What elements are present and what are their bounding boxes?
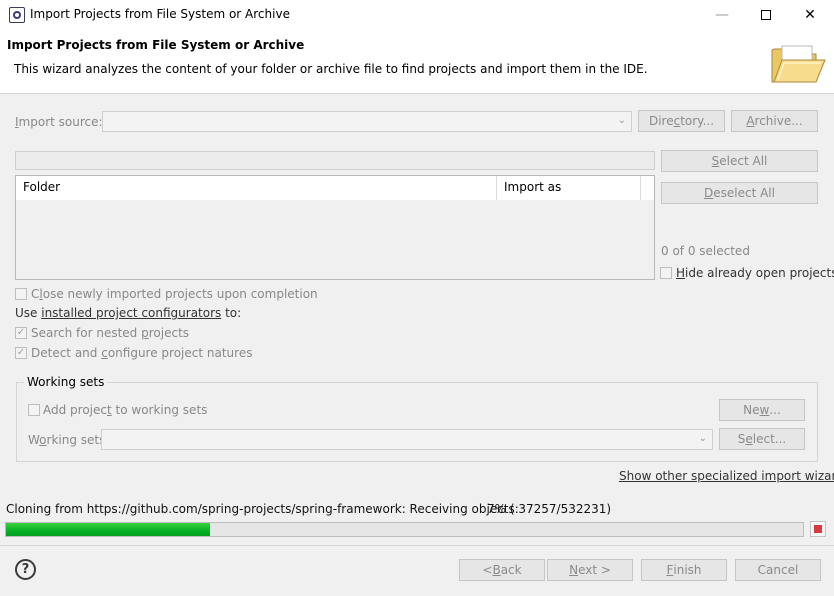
add-to-working-sets-checkbox[interactable] — [28, 404, 40, 416]
search-nested-checkbox[interactable]: ✓ — [15, 327, 27, 339]
column-header-folder[interactable]: Folder — [16, 176, 497, 200]
search-nested-label: Search for nested projects — [31, 326, 190, 340]
title-bar: Import Projects from File System or Arch… — [0, 0, 834, 30]
working-sets-combo[interactable]: ⌄ — [101, 429, 713, 450]
chevron-down-icon: ⌄ — [617, 115, 626, 126]
import-source-label: Import source: — [15, 115, 103, 129]
maximize-button[interactable] — [744, 0, 788, 30]
cancel-button[interactable]: Cancel — [735, 559, 821, 581]
selection-count: 0 of 0 selected — [661, 244, 750, 258]
open-folder-icon — [771, 45, 826, 83]
progress-bar-fill — [6, 523, 210, 536]
progress-status-text: Cloning from https://github.com/spring-p… — [6, 502, 519, 516]
wizard-description: This wizard analyzes the content of your… — [14, 62, 648, 76]
close-imported-checkbox[interactable] — [15, 288, 27, 300]
detect-natures-checkbox[interactable]: ✓ — [15, 347, 27, 359]
column-header-import-as[interactable]: Import as — [497, 176, 641, 200]
close-icon: ✕ — [804, 7, 816, 23]
archive-button[interactable]: Archive... — [731, 110, 818, 132]
working-sets-group-label: Working sets — [24, 375, 108, 389]
chevron-down-icon: ⌄ — [698, 433, 707, 444]
progress-percent-text: 7% ( 37257/532231) — [487, 502, 612, 516]
finish-button[interactable]: Finish — [641, 559, 727, 581]
filter-field[interactable] — [15, 151, 655, 170]
minimize-button[interactable]: — — [700, 0, 744, 30]
help-icon[interactable]: ? — [15, 559, 36, 580]
stop-icon[interactable] — [810, 521, 826, 537]
wizard-header: Import Projects from File System or Arch… — [0, 30, 834, 94]
projects-table[interactable]: Folder Import as — [15, 175, 655, 280]
back-button[interactable]: < Back — [459, 559, 545, 581]
footer-separator — [0, 545, 834, 546]
progress-bar — [5, 522, 804, 537]
new-working-set-button[interactable]: Ne w... — [719, 399, 805, 421]
window-title: Import Projects from File System or Arch… — [30, 7, 290, 21]
minimize-icon: — — [715, 7, 729, 23]
working-sets-label: Working sets: — [28, 433, 110, 447]
detect-natures-label: Detect and configure project natures — [31, 346, 253, 360]
select-all-button[interactable]: Select All — [661, 150, 818, 172]
wizard-title: Import Projects from File System or Arch… — [7, 38, 305, 52]
hide-open-projects-checkbox[interactable] — [660, 267, 672, 279]
column-header-filler — [641, 176, 654, 200]
add-to-working-sets-label: Add project to working sets — [43, 403, 208, 417]
deselect-all-button[interactable]: Deselect All — [661, 182, 818, 204]
eclipse-app-icon — [9, 7, 25, 23]
close-imported-label: Close newly imported projects upon compl… — [31, 287, 318, 301]
maximize-icon — [761, 10, 771, 20]
working-sets-group — [16, 382, 818, 462]
directory-button[interactable]: Dire c tory... — [638, 110, 725, 132]
close-button[interactable]: ✕ — [788, 0, 832, 30]
installed-configurators-link[interactable]: installed project configurators — [41, 306, 221, 320]
next-button[interactable]: Next > — [547, 559, 633, 581]
select-working-sets-button[interactable]: Se lect... — [719, 428, 805, 450]
hide-open-projects-label: Hide already open projects — [676, 266, 834, 280]
other-import-wizards-link[interactable]: Show other specialized import wizards — [619, 469, 834, 483]
use-configurators-label: Use installed project configurators to: — [15, 306, 242, 320]
import-source-combo[interactable]: ⌄ — [102, 111, 632, 132]
